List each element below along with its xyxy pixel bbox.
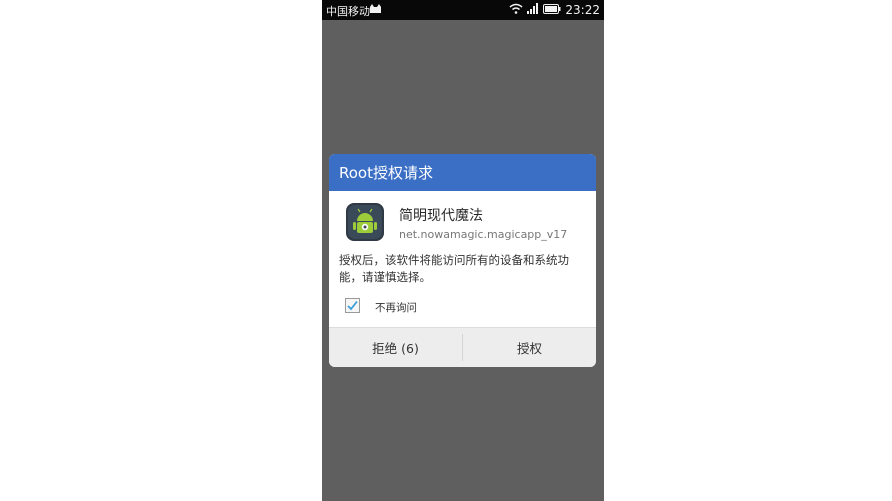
- status-bar: 中国移动 23:22: [322, 0, 604, 20]
- app-package: net.nowamagic.magicapp_v17: [399, 228, 568, 241]
- cat-icon: [369, 4, 382, 14]
- app-name: 简明现代魔法: [399, 208, 483, 224]
- wifi-icon: [509, 3, 523, 17]
- dialog-title: Root授权请求: [339, 164, 433, 182]
- clock: 23:22: [565, 3, 600, 17]
- battery-icon: [543, 3, 561, 17]
- dont-ask-checkbox[interactable]: [345, 298, 360, 313]
- check-icon: [347, 300, 358, 311]
- signal-icon: [527, 3, 539, 17]
- dialog-button-bar: 拒绝 (6) 授权: [329, 327, 596, 367]
- dialog-message: 授权后，该软件将能访问所有的设备和系统功能，请谨慎选择。: [339, 253, 569, 284]
- grant-button[interactable]: 授权: [463, 328, 596, 367]
- deny-button[interactable]: 拒绝 (6): [329, 328, 462, 367]
- status-icons: 23:22: [509, 3, 600, 17]
- dont-ask-label: 不再询问: [375, 302, 417, 314]
- carrier-label: 中国移动: [326, 5, 370, 18]
- dialog-header: Root授权请求: [329, 154, 596, 191]
- android-app-icon: [346, 203, 384, 241]
- root-permission-dialog: Root授权请求 简明现代魔法 net.nowamagic.magicapp_v…: [329, 154, 596, 367]
- phone-screen: 中国移动 23:22 Root授权请求 简明现代魔法 net.nowamagic…: [322, 0, 604, 501]
